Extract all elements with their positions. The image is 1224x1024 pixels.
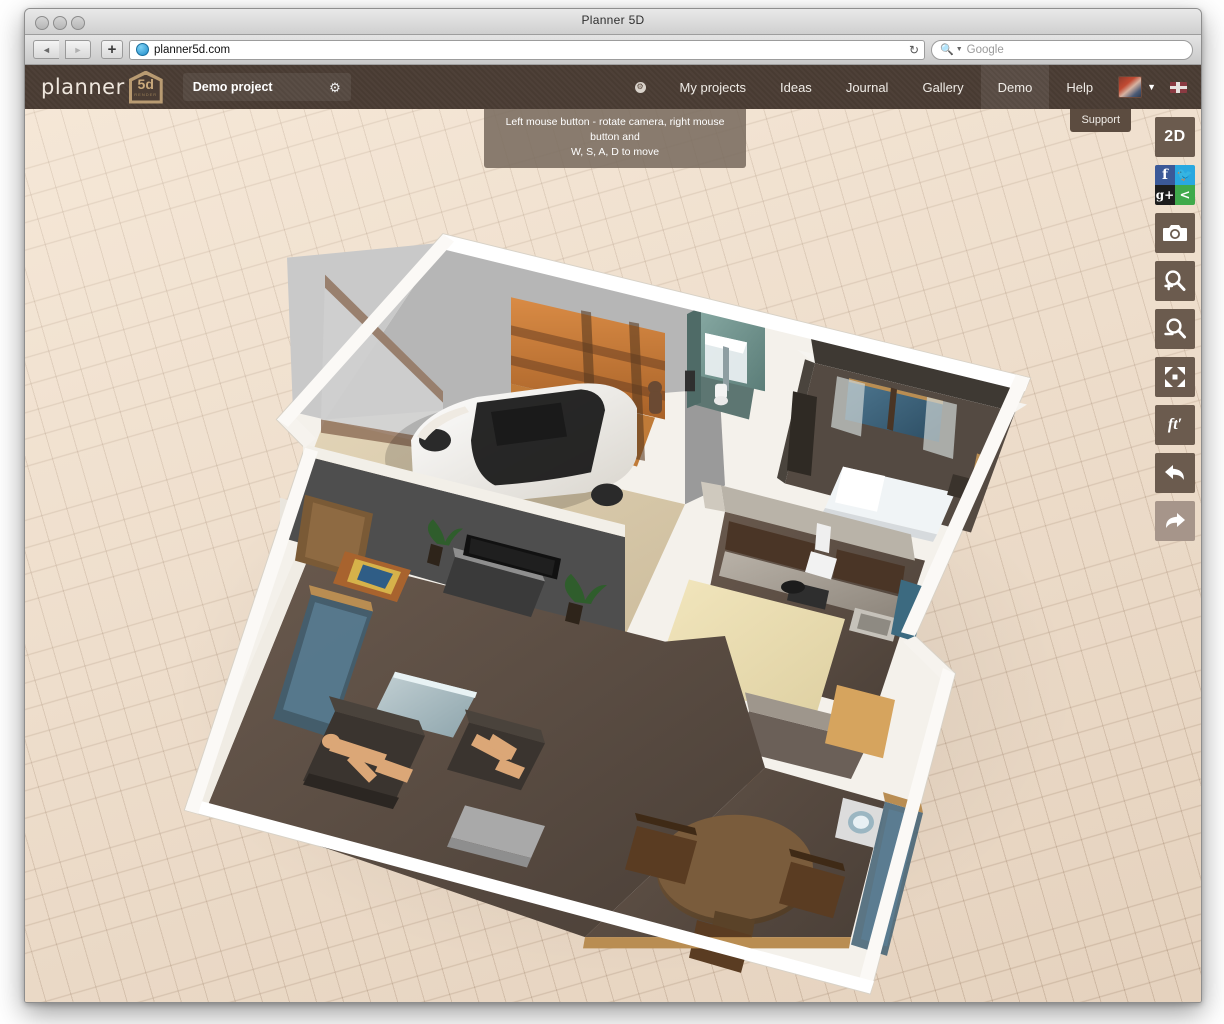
- hint-line-2: W, S, A, D to move: [492, 145, 738, 160]
- address-bar-url: planner5d.com: [154, 44, 230, 56]
- main-nav: ⚙ My projects Ideas Journal Gallery Demo…: [618, 65, 1201, 109]
- address-bar[interactable]: planner5d.com ↻: [129, 40, 925, 60]
- hint-line-1: Left mouse button - rotate camera, right…: [492, 115, 738, 145]
- nav-journal[interactable]: Journal: [829, 65, 906, 109]
- globe-icon: [136, 43, 149, 56]
- curtain-right: [923, 397, 957, 459]
- facebook-icon[interactable]: f: [1155, 165, 1175, 185]
- share-icon[interactable]: <: [1175, 185, 1195, 205]
- logo[interactable]: planner 5d RENDER: [41, 71, 163, 104]
- units-button[interactable]: ft′: [1155, 405, 1195, 445]
- nav-dot-item[interactable]: ⚙: [618, 65, 663, 109]
- zoom-in-button[interactable]: [1155, 261, 1195, 301]
- window-title: Planner 5D: [25, 13, 1201, 27]
- nav-help[interactable]: Help: [1049, 65, 1110, 109]
- nav-my-projects[interactable]: My projects: [663, 65, 763, 109]
- zoom-out-button[interactable]: [1155, 309, 1195, 349]
- curtain-left: [831, 376, 865, 436]
- floorplan-3d-render[interactable]: [25, 109, 1201, 1002]
- reload-icon[interactable]: ↻: [909, 43, 919, 57]
- logo-wordmark: planner: [41, 75, 125, 99]
- user-menu[interactable]: ▼: [1110, 65, 1156, 109]
- google-plus-icon[interactable]: g+: [1155, 185, 1175, 205]
- nav-dot-icon: ⚙: [635, 82, 646, 93]
- twitter-icon[interactable]: 🐦: [1175, 165, 1195, 185]
- search-placeholder: Google: [967, 44, 1004, 56]
- right-toolbar: 2D f 🐦 g+ <: [1155, 117, 1195, 541]
- viewport-3d[interactable]: [25, 109, 1201, 1002]
- redo-arrow-icon: [1162, 510, 1188, 532]
- cooking-pot: [781, 580, 805, 593]
- search-input[interactable]: 🔍 ▼ Google: [931, 40, 1193, 60]
- planner5d-app: planner 5d RENDER Demo project ⚙ ⚙ My pr…: [25, 65, 1201, 1002]
- mannequin-garage[interactable]: [648, 381, 662, 414]
- nav-ideas[interactable]: Ideas: [763, 65, 829, 109]
- undo-arrow-icon: [1162, 462, 1188, 484]
- browser-titlebar: Planner 5D: [25, 9, 1201, 35]
- gear-icon[interactable]: ⚙: [329, 81, 341, 94]
- logo-badge-subtext: RENDER: [134, 92, 157, 97]
- chevron-down-icon[interactable]: ▼: [1147, 82, 1156, 92]
- forward-button[interactable]: ►: [65, 40, 91, 59]
- zoom-out-icon: [1163, 317, 1187, 341]
- zoom-in-icon: [1163, 269, 1187, 293]
- camera-icon: [1163, 223, 1187, 243]
- browser-window: Planner 5D ◄ ► + planner5d.com ↻ 🔍 ▼ Goo…: [24, 8, 1202, 1003]
- nav-gallery[interactable]: Gallery: [905, 65, 980, 109]
- expand-arrows-icon: [1163, 365, 1187, 389]
- redo-button[interactable]: [1155, 501, 1195, 541]
- view-2d-button[interactable]: 2D: [1155, 117, 1195, 157]
- search-icon: 🔍: [940, 43, 954, 56]
- bathroom-cabinet[interactable]: [685, 371, 695, 392]
- logo-badge-text: 5d: [138, 77, 154, 91]
- language-flag-icon[interactable]: [1170, 82, 1187, 93]
- project-name: Demo project: [193, 80, 273, 94]
- support-tab[interactable]: Support: [1070, 109, 1131, 132]
- nav-demo[interactable]: Demo: [981, 65, 1050, 109]
- chevron-down-icon: ▼: [956, 46, 963, 53]
- logo-badge: 5d RENDER: [129, 71, 163, 104]
- camera-hint-tooltip: Left mouse button - rotate camera, right…: [484, 109, 746, 168]
- project-selector[interactable]: Demo project ⚙: [183, 73, 351, 101]
- app-header: planner 5d RENDER Demo project ⚙ ⚙ My pr…: [25, 65, 1201, 109]
- camera-snapshot-button[interactable]: [1155, 213, 1195, 253]
- toilet[interactable]: [714, 384, 728, 406]
- back-button[interactable]: ◄: [33, 40, 59, 59]
- undo-button[interactable]: [1155, 453, 1195, 493]
- new-tab-button[interactable]: +: [101, 40, 123, 59]
- browser-toolbar: ◄ ► + planner5d.com ↻ 🔍 ▼ Google: [25, 35, 1201, 65]
- avatar[interactable]: [1118, 76, 1142, 98]
- fullscreen-button[interactable]: [1155, 357, 1195, 397]
- social-share-group[interactable]: f 🐦 g+ <: [1155, 165, 1195, 205]
